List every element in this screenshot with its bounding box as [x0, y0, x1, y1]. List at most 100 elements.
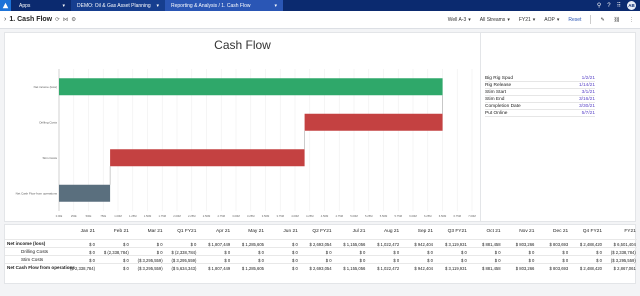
table-cell[interactable]: ($ 2,338,784)	[61, 266, 95, 271]
table-cell[interactable]: $ 0	[331, 250, 366, 255]
table-cell[interactable]: $ 2,693,054	[298, 242, 331, 247]
table-cell[interactable]: $ 0	[264, 266, 298, 271]
apps-menu[interactable]: Apps ▾	[11, 0, 71, 11]
table-cell[interactable]: $ 2,693,054	[298, 266, 331, 271]
table-cell[interactable]: ($ 3,295,559)	[129, 258, 163, 263]
table-cell[interactable]: $ 3,119,931	[433, 266, 467, 271]
table-cell[interactable]: $ 1,285,605	[230, 266, 264, 271]
timeline-date[interactable]: 3/1/21	[557, 90, 595, 95]
table-cell[interactable]: $ 0	[230, 258, 264, 263]
table-cell[interactable]: $ 0	[568, 250, 602, 255]
table-cell[interactable]: $ (2,338,784)	[95, 250, 129, 255]
table-cell[interactable]: $ 0	[365, 258, 399, 263]
table-cell[interactable]: $ 0	[534, 258, 568, 263]
table-cell[interactable]: $ 0	[95, 258, 129, 263]
table-cell[interactable]: $ 2,867,061	[602, 266, 636, 271]
avatar[interactable]: AB	[627, 1, 636, 10]
table-cell[interactable]: $ 0	[129, 250, 163, 255]
table-cell[interactable]: $ 1,022,472	[365, 266, 399, 271]
table-cell[interactable]: $ 1,155,056	[331, 242, 365, 247]
timeline-date[interactable]: 3/16/21	[557, 97, 595, 102]
table-cell[interactable]: $ 0	[264, 242, 298, 247]
table-cell[interactable]: $ 0	[264, 258, 298, 263]
model-menu[interactable]: DEMO: Oil & Gas Asset Planning ▾	[71, 0, 165, 11]
table-cell[interactable]: $ 0	[196, 250, 230, 255]
help-icon[interactable]: ?	[607, 3, 610, 9]
table-cell[interactable]: $ 0	[331, 258, 366, 263]
table-cell[interactable]: $ 942,404	[399, 266, 433, 271]
waterfall-chart: 0.00k 250k 500k 750k 1.00M 1.25M 1.50M 1.75M 2.0…	[5, 63, 481, 221]
page-menu[interactable]: Reporting & Analysis / 1. Cash Flow ▾	[165, 0, 283, 11]
table-cell[interactable]: $ 803,693	[534, 242, 569, 247]
table-cell[interactable]: $ 0	[568, 258, 602, 263]
table-cell[interactable]: $ 0	[500, 250, 535, 255]
table-cell[interactable]: $ 0	[467, 250, 501, 255]
table-cell[interactable]: $ 0	[500, 258, 535, 263]
table-cell[interactable]: ($ 3,295,559)	[162, 258, 196, 263]
table-cell[interactable]: $ 0	[230, 250, 264, 255]
search-icon[interactable]: ⚲	[597, 2, 601, 9]
table-cell[interactable]: $ 0	[399, 250, 433, 255]
table-cell[interactable]: $ 0	[129, 242, 163, 247]
table-cell[interactable]: $ 2,488,420	[568, 266, 602, 271]
chart-bar[interactable]	[110, 149, 305, 167]
table-cell[interactable]: $ 0	[95, 266, 129, 271]
table-cell[interactable]: $ 0	[365, 250, 399, 255]
link-icon[interactable]: ⛓	[614, 17, 620, 23]
table-cell[interactable]: $ 0	[61, 258, 95, 263]
selector-streams[interactable]: All Streams ▾	[480, 17, 510, 23]
selector-year[interactable]: FY21 ▾	[519, 17, 535, 23]
refresh-icon[interactable]: ⟳	[55, 17, 60, 23]
table-cell[interactable]: $ 0	[264, 250, 298, 255]
table-cell[interactable]: $ 6,501,404	[602, 242, 636, 247]
table-cell[interactable]: ($ 3,295,559)	[602, 258, 636, 263]
timeline-date[interactable]: 1/2/21	[557, 76, 595, 81]
table-cell[interactable]: $ 881,458	[467, 242, 501, 247]
table-cell[interactable]: $ 0	[61, 242, 95, 247]
table-cell[interactable]: $ 1,285,605	[230, 242, 264, 247]
table-cell[interactable]: $ 942,404	[399, 242, 433, 247]
gear-icon[interactable]: ⚙	[71, 17, 76, 23]
table-cell[interactable]: ($ 2,338,784)	[602, 250, 636, 255]
table-cell[interactable]: $ 1,807,449	[196, 242, 230, 247]
table-cell[interactable]: $ 803,266	[500, 266, 535, 271]
table-cell[interactable]: $ 0	[162, 242, 197, 247]
table-cell[interactable]: $ 881,458	[467, 266, 501, 271]
table-cell[interactable]: $ 0	[61, 250, 95, 255]
timeline-date[interactable]: 5/7/21	[557, 111, 595, 116]
table-cell[interactable]: $ 3,119,931	[433, 242, 467, 247]
table-cell[interactable]: ($ 3,295,559)	[129, 266, 163, 271]
table-cell[interactable]: $ 0	[433, 250, 467, 255]
table-cell[interactable]: $ 0	[298, 250, 332, 255]
selector-version[interactable]: AOP ▾	[544, 17, 559, 23]
table-cell[interactable]: $ 0	[298, 258, 332, 263]
timeline-label: Put Online	[485, 110, 508, 116]
table-cell[interactable]: $ 1,807,449	[196, 266, 230, 271]
table-cell[interactable]: $ 0	[196, 258, 230, 263]
table-cell[interactable]: $ (2,338,784)	[162, 250, 196, 255]
table-cell[interactable]: $ 0	[467, 258, 501, 263]
chart-bar[interactable]	[304, 113, 443, 131]
timeline-date[interactable]: 3/30/21	[557, 104, 595, 109]
reset-button[interactable]: Reset	[568, 17, 581, 23]
table-cell[interactable]: ($ 5,634,343)	[162, 266, 196, 271]
table-cell[interactable]: $ 2,488,420	[568, 242, 602, 247]
table-cell[interactable]: $ 0	[399, 258, 433, 263]
selector-well[interactable]: Well A-3 ▾	[448, 17, 471, 23]
grid-menu-icon[interactable]: ⠿	[617, 2, 621, 9]
collapse-chevron-icon[interactable]: ›	[4, 16, 6, 23]
chart-bar[interactable]	[59, 78, 443, 96]
table-cell[interactable]: $ 803,266	[500, 242, 535, 247]
table-cell[interactable]: $ 1,155,056	[331, 266, 365, 271]
more-icon[interactable]: ⋮	[629, 17, 634, 23]
timeline-date[interactable]: 1/14/21	[557, 83, 595, 88]
edit-icon[interactable]: ✎	[600, 17, 604, 23]
app-logo[interactable]	[0, 0, 11, 11]
table-cell[interactable]: $ 0	[534, 250, 568, 255]
table-cell[interactable]: $ 0	[433, 258, 467, 263]
table-cell[interactable]: $ 1,022,472	[365, 242, 399, 247]
table-cell[interactable]: $ 0	[95, 242, 129, 247]
table-cell[interactable]: $ 803,693	[534, 266, 569, 271]
share-icon[interactable]: ⋈	[63, 17, 69, 23]
chart-bar[interactable]	[59, 184, 111, 202]
